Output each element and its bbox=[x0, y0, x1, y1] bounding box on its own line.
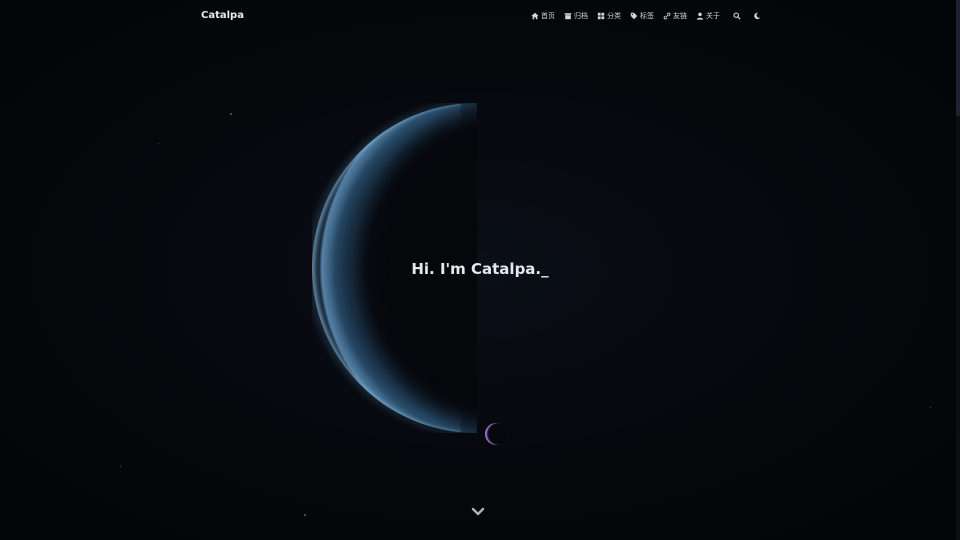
site-brand[interactable]: Catalpa bbox=[201, 9, 244, 23]
page: Catalpa 首页 归档 分类 标签 友链 关于 Hi. I'm Catalp… bbox=[0, 0, 960, 540]
chevron-down-icon bbox=[471, 507, 485, 516]
star bbox=[230, 113, 232, 115]
star bbox=[930, 407, 931, 408]
search-icon bbox=[733, 12, 741, 20]
category-icon bbox=[597, 12, 605, 20]
main-nav: 首页 归档 分类 标签 友链 关于 bbox=[531, 8, 773, 24]
nav-item-archive[interactable]: 归档 bbox=[564, 9, 588, 23]
theme-toggle-button[interactable] bbox=[753, 12, 761, 20]
hero-greeting: Hi. I'm Catalpa._ bbox=[411, 260, 549, 278]
nav-item-label: 分类 bbox=[607, 12, 621, 20]
archive-icon bbox=[564, 13, 572, 20]
moon-icon bbox=[754, 12, 761, 20]
nav-item-label: 标签 bbox=[640, 12, 654, 20]
nav-item-home[interactable]: 首页 bbox=[531, 9, 555, 23]
nav-item-label: 友链 bbox=[673, 12, 687, 20]
moon bbox=[485, 423, 507, 445]
star bbox=[304, 514, 306, 516]
nav-item-links[interactable]: 友链 bbox=[663, 9, 687, 23]
star bbox=[158, 143, 159, 144]
user-icon bbox=[696, 12, 704, 20]
nav-item-label: 关于 bbox=[706, 12, 720, 20]
link-icon bbox=[663, 12, 671, 20]
scroll-down-button[interactable] bbox=[471, 503, 485, 516]
nav-item-about[interactable]: 关于 bbox=[696, 9, 720, 23]
scrollbar-thumb[interactable] bbox=[956, 0, 960, 116]
scrollbar[interactable] bbox=[956, 0, 960, 540]
search-button[interactable] bbox=[733, 12, 741, 20]
home-icon bbox=[531, 12, 539, 20]
nav-item-tags[interactable]: 标签 bbox=[630, 9, 654, 23]
tag-icon bbox=[630, 12, 638, 20]
nav-item-label: 首页 bbox=[541, 12, 555, 20]
nav-item-label: 归档 bbox=[574, 12, 588, 20]
nav-item-category[interactable]: 分类 bbox=[597, 9, 621, 23]
star bbox=[120, 466, 121, 467]
